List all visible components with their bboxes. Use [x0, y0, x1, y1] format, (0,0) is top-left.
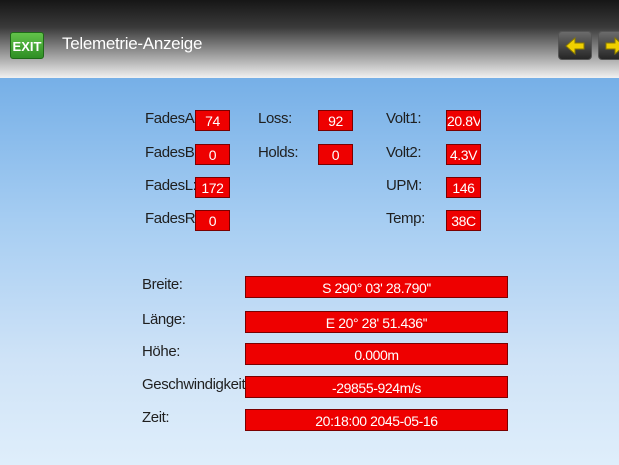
arrow-right-icon [605, 36, 619, 56]
arrow-left-icon [565, 36, 585, 56]
exit-button[interactable]: EXIT [10, 32, 44, 59]
fades-r-value: 0 [195, 210, 230, 231]
fades-b-label: FadesB: [145, 144, 199, 161]
holds-label: Holds: [258, 144, 299, 161]
hoehe-value: 0.000m [245, 343, 508, 365]
fades-b-value: 0 [195, 144, 230, 165]
geschwindigkeit-value: -29855-924m/s [245, 376, 508, 398]
fades-a-value: 74 [195, 110, 230, 131]
page-title: Telemetrie-Anzeige [62, 34, 203, 53]
volt1-value: 20.8V [446, 110, 481, 131]
upm-value: 146 [446, 177, 481, 198]
temp-value: 38C [446, 210, 481, 231]
title-bar: EXIT Telemetrie-Anzeige [0, 0, 619, 78]
previous-page-button[interactable] [558, 31, 592, 60]
hoehe-label: Höhe: [142, 343, 181, 360]
volt1-label: Volt1: [386, 110, 422, 127]
holds-value: 0 [318, 144, 353, 165]
volt2-value: 4.3V [446, 144, 481, 165]
loss-label: Loss: [258, 110, 292, 127]
geschwindigkeit-label: Geschwindigkeit [142, 376, 246, 393]
breite-value: S 290° 03' 28.790'' [245, 276, 508, 298]
zeit-value: 20:18:00 2045-05-16 [245, 409, 508, 431]
laenge-label: Länge: [142, 311, 186, 328]
breite-label: Breite: [142, 276, 183, 293]
fades-r-label: FadesR: [145, 210, 199, 227]
upm-label: UPM: [386, 177, 422, 194]
laenge-value: E 20° 28' 51.436'' [245, 311, 508, 333]
next-page-button[interactable] [598, 31, 619, 60]
loss-value: 92 [318, 110, 353, 131]
fades-l-label: FadesL: [145, 177, 197, 194]
zeit-label: Zeit: [142, 409, 170, 426]
volt2-label: Volt2: [386, 144, 422, 161]
fades-a-label: FadesA: [145, 110, 199, 127]
fades-l-value: 172 [195, 177, 230, 198]
temp-label: Temp: [386, 210, 425, 227]
